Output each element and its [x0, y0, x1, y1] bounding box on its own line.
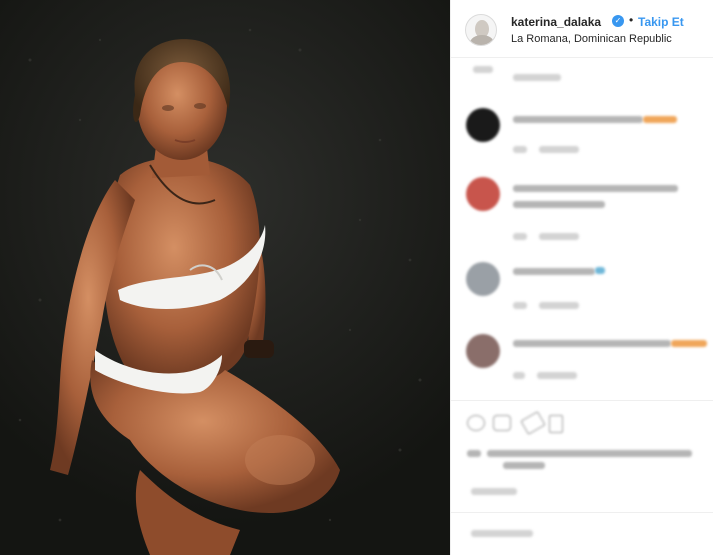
blurred-text — [539, 302, 579, 309]
blurred-likes-text — [487, 450, 692, 457]
blurred-likes-text — [503, 462, 545, 469]
post-sidebar: katerina_dalaka ✓ • Takip Et La Romana, … — [450, 0, 713, 555]
separator-dot: • — [629, 13, 634, 27]
blurred-add-comment[interactable] — [471, 530, 533, 537]
blurred-text — [513, 233, 527, 240]
comment-item — [451, 330, 713, 410]
action-bar — [451, 400, 713, 435]
blurred-emoji — [595, 267, 605, 274]
blurred-text — [513, 201, 605, 208]
verified-badge-icon: ✓ — [612, 15, 624, 27]
blurred-text — [513, 116, 643, 123]
blurred-text — [513, 372, 525, 379]
blurred-text — [513, 268, 595, 275]
avatar[interactable] — [465, 14, 497, 46]
blurred-text — [539, 233, 579, 240]
comment-avatar[interactable] — [466, 177, 500, 211]
comment-icon[interactable] — [493, 415, 511, 431]
comment-item — [451, 258, 713, 338]
blurred-emoji — [671, 340, 707, 347]
divider — [451, 512, 713, 513]
location-link[interactable]: La Romana, Dominican Republic — [511, 33, 672, 45]
comment-item — [451, 175, 713, 255]
blurred-avatar-small — [467, 450, 481, 457]
blurred-text — [473, 66, 493, 73]
save-icon[interactable] — [549, 415, 563, 433]
blurred-text — [537, 372, 577, 379]
post-photo[interactable] — [0, 0, 450, 555]
share-icon[interactable] — [520, 411, 546, 435]
username-link[interactable]: katerina_dalaka — [511, 15, 601, 29]
blurred-timestamp — [471, 488, 517, 495]
blurred-text — [513, 146, 527, 153]
blurred-text — [513, 74, 561, 81]
blurred-emoji — [643, 116, 677, 123]
follow-button[interactable]: Takip Et — [638, 15, 684, 29]
avatar-body — [470, 35, 494, 45]
post-header: katerina_dalaka ✓ • Takip Et La Romana, … — [451, 0, 713, 58]
comment-avatar[interactable] — [466, 334, 500, 368]
blurred-text — [513, 185, 678, 192]
comment-item — [451, 100, 713, 180]
blurred-text — [513, 340, 671, 347]
comment-avatar[interactable] — [466, 262, 500, 296]
comment-avatar[interactable] — [466, 108, 500, 142]
like-icon[interactable] — [467, 415, 485, 431]
blurred-text — [513, 302, 527, 309]
photo-illustration — [18, 28, 422, 555]
blurred-text — [539, 146, 579, 153]
